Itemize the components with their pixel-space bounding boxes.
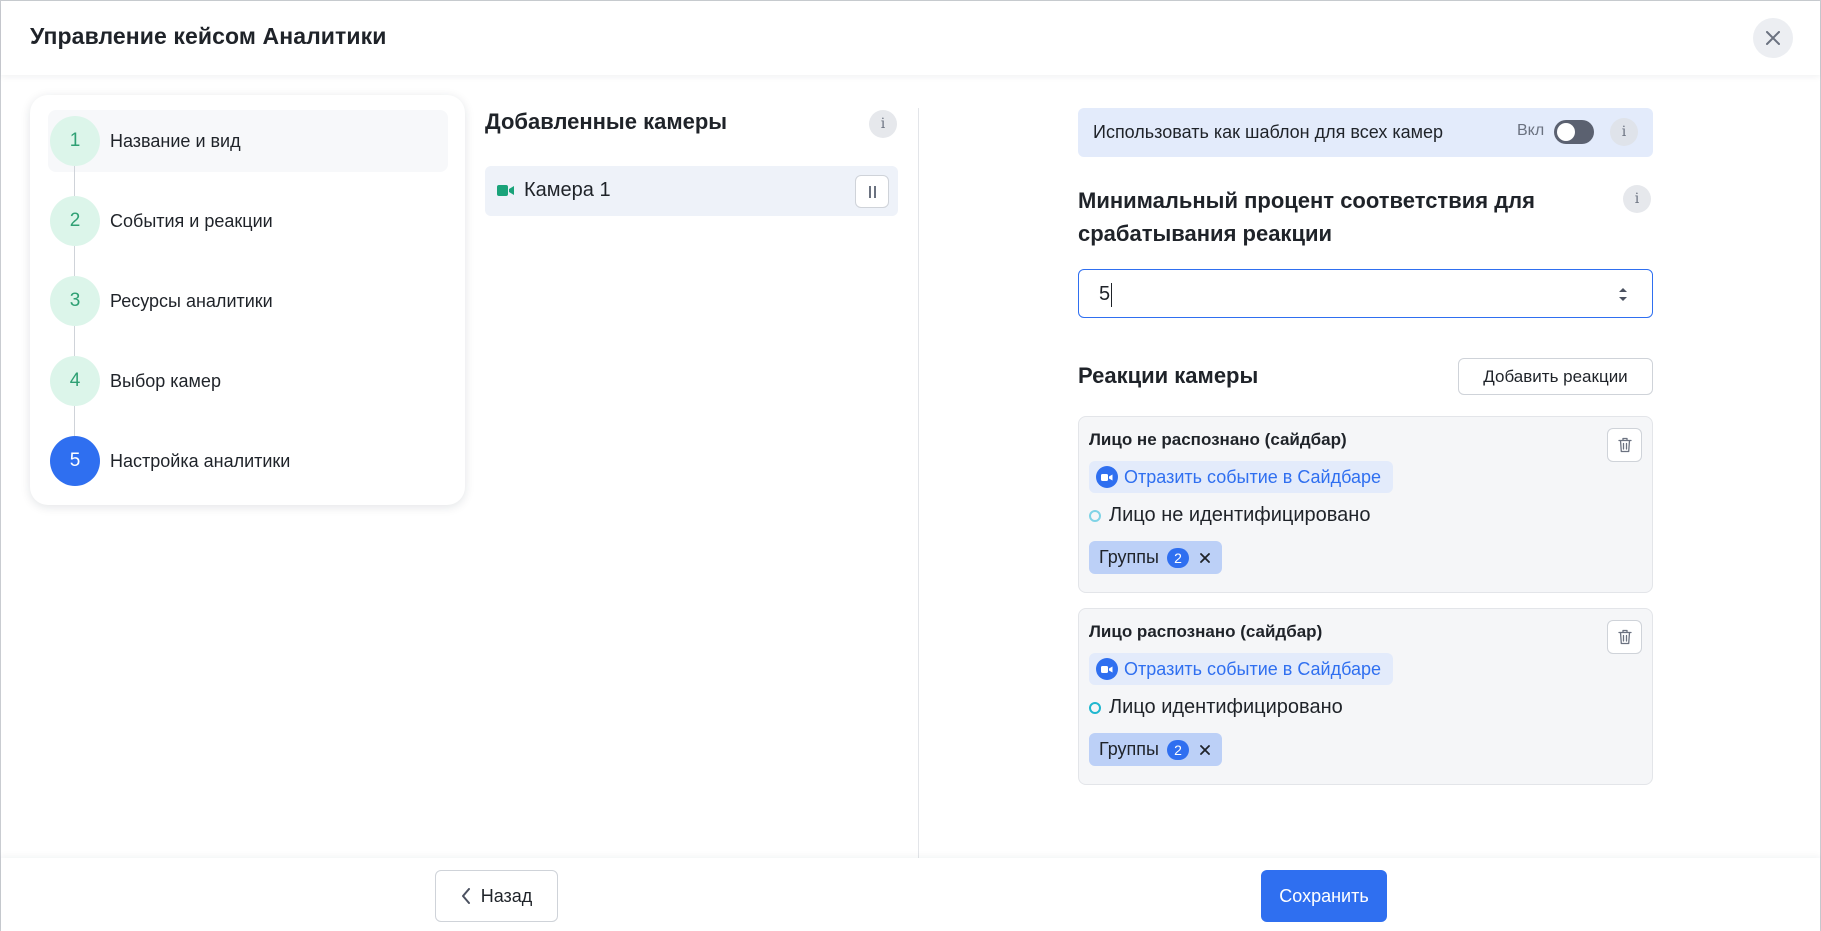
video-camera-icon xyxy=(1096,658,1118,680)
chevron-up-icon xyxy=(1619,287,1627,292)
chevron-left-icon xyxy=(461,888,470,904)
delete-reaction-button[interactable] xyxy=(1607,620,1642,654)
groups-chip[interactable]: Группы 2 xyxy=(1089,733,1222,766)
step-number: 2 xyxy=(50,196,100,246)
toggle-label: Вкл xyxy=(1517,122,1545,139)
column-divider xyxy=(918,108,919,858)
close-icon xyxy=(1200,744,1210,755)
event-row: Лицо не идентифицировано xyxy=(1089,504,1370,527)
back-label: Назад xyxy=(480,885,533,906)
step-connector xyxy=(74,406,75,436)
step-1[interactable]: 1 Название и вид xyxy=(50,116,241,166)
step-label: События и реакции xyxy=(110,210,273,231)
step-connector xyxy=(74,246,75,276)
step-number-active: 5 xyxy=(50,436,100,486)
reactions-title: Реакции камеры xyxy=(1078,363,1259,388)
min-percent-title: Минимальный процент соответствия для сра… xyxy=(1078,188,1535,246)
trash-icon xyxy=(1617,629,1632,645)
info-icon[interactable]: i xyxy=(1623,185,1651,213)
reaction-title: Лицо не распознано (сайдбар) xyxy=(1089,430,1347,449)
pause-icon xyxy=(873,185,876,198)
reaction-action-chip[interactable]: Отразить событие в Сайдбаре xyxy=(1089,653,1394,685)
camera-list-item[interactable]: Камера 1 xyxy=(485,166,898,216)
step-label: Выбор камер xyxy=(110,370,221,391)
template-label: Использовать как шаблон для всех камер xyxy=(1093,122,1444,142)
action-label: Отразить событие в Сайдбаре xyxy=(1124,658,1382,679)
step-label: Настройка аналитики xyxy=(110,450,291,471)
back-button[interactable]: Назад xyxy=(435,870,558,922)
toggle-knob xyxy=(1557,123,1575,141)
video-camera-icon xyxy=(1096,466,1118,488)
number-spinner[interactable] xyxy=(1616,282,1630,306)
chevron-down-icon xyxy=(1619,296,1627,301)
event-label: Лицо не идентифицировано xyxy=(1109,504,1371,526)
groups-count-badge: 2 xyxy=(1166,547,1189,568)
step-number: 4 xyxy=(50,356,100,406)
camera-name: Камера 1 xyxy=(524,179,611,201)
min-percent-input[interactable]: 5 xyxy=(1078,269,1653,318)
reaction-action-chip[interactable]: Отразить событие в Сайдбаре xyxy=(1089,461,1394,493)
step-number: 1 xyxy=(50,116,100,166)
step-3[interactable]: 3 Ресурсы аналитики xyxy=(50,276,273,326)
step-number: 3 xyxy=(50,276,100,326)
status-dot-icon xyxy=(1089,701,1101,714)
dialog-header: Управление кейсом Аналитики xyxy=(1,1,1820,75)
template-toggle[interactable] xyxy=(1554,120,1594,144)
step-4[interactable]: 4 Выбор камер xyxy=(50,356,221,406)
close-icon xyxy=(1200,552,1210,563)
step-2[interactable]: 2 События и реакции xyxy=(50,196,273,246)
event-label: Лицо идентифицировано xyxy=(1109,696,1343,718)
reaction-card: Лицо распознано (сайдбар) Отразить событ… xyxy=(1078,608,1653,785)
close-icon xyxy=(1766,31,1780,45)
cameras-title: Добавленные камеры xyxy=(485,109,728,134)
wizard-stepper: 1 Название и вид 2 События и реакции 3 Р… xyxy=(30,95,465,505)
trash-icon xyxy=(1617,437,1632,453)
status-dot-icon xyxy=(1089,509,1101,522)
groups-chip[interactable]: Группы 2 xyxy=(1089,541,1222,574)
video-camera-icon xyxy=(497,185,514,196)
action-label: Отразить событие в Сайдбаре xyxy=(1124,466,1382,487)
step-label: Ресурсы аналитики xyxy=(110,290,273,311)
remove-groups-button[interactable] xyxy=(1198,743,1212,757)
groups-label: Группы xyxy=(1099,547,1159,567)
reaction-card: Лицо не распознано (сайдбар) Отразить со… xyxy=(1078,416,1653,593)
reaction-title: Лицо распознано (сайдбар) xyxy=(1089,622,1323,641)
text-caret xyxy=(1111,283,1112,307)
pause-button[interactable] xyxy=(855,175,889,208)
delete-reaction-button[interactable] xyxy=(1607,428,1642,462)
page-title: Управление кейсом Аналитики xyxy=(30,23,387,49)
pause-icon xyxy=(868,185,871,198)
dialog-footer: Назад Сохранить xyxy=(1,858,1820,931)
step-label: Название и вид xyxy=(110,130,241,151)
event-row: Лицо идентифицировано xyxy=(1089,696,1343,719)
step-connector xyxy=(74,166,75,196)
add-reactions-button[interactable]: Добавить реакции xyxy=(1458,358,1653,395)
dialog-window: Управление кейсом Аналитики 1 Название и… xyxy=(0,0,1821,931)
info-icon[interactable]: i xyxy=(1610,118,1638,146)
remove-groups-button[interactable] xyxy=(1198,551,1212,565)
groups-label: Группы xyxy=(1099,739,1159,759)
step-connector xyxy=(74,326,75,356)
step-5[interactable]: 5 Настройка аналитики xyxy=(50,436,290,486)
close-button[interactable] xyxy=(1753,18,1793,58)
template-setting: Использовать как шаблон для всех камер В… xyxy=(1078,108,1653,157)
groups-count-badge: 2 xyxy=(1166,739,1189,760)
save-button[interactable]: Сохранить xyxy=(1261,870,1387,922)
info-icon[interactable]: i xyxy=(869,110,897,138)
input-value: 5 xyxy=(1099,283,1111,305)
